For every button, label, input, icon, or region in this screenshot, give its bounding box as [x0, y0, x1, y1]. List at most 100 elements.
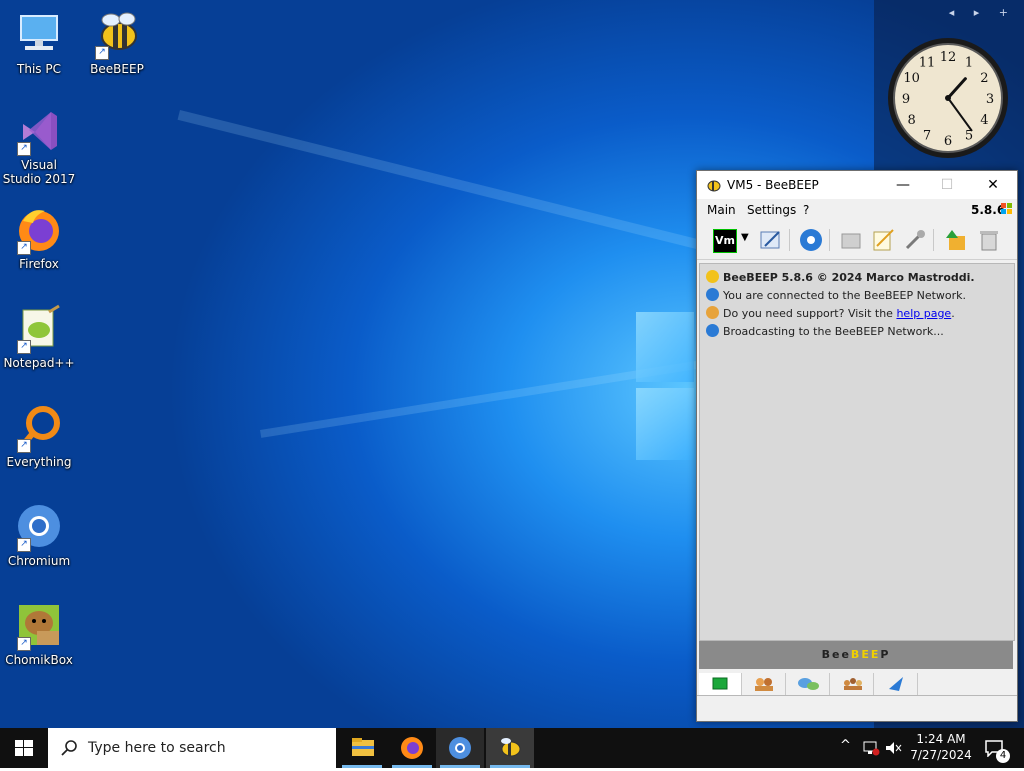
wallpaper-beam [177, 110, 724, 256]
groups-icon [844, 678, 862, 690]
minimize-button[interactable]: — [881, 171, 925, 199]
banner-letter: e [841, 648, 851, 661]
banner-letter: P [880, 648, 891, 661]
message-text: Do you need support? Visit the [723, 307, 897, 320]
shortcut-arrow-icon: ↗ [17, 142, 31, 156]
desktop-icon-notepadpp[interactable]: ↗ Notepad++ [1, 304, 77, 370]
tab-users[interactable] [743, 673, 786, 695]
desktop-icon-label: ChomikBox [5, 653, 73, 667]
taskbar-beebeep[interactable] [486, 728, 534, 768]
clock-number: 1 [965, 56, 973, 71]
desktop-icon-everything[interactable]: ↗ Everything [1, 403, 77, 469]
tray-clock[interactable]: 1:24 AM 7/27/2024 [906, 731, 976, 763]
window-titlebar[interactable]: VM5 - BeeBEEP — ☐ ✕ [697, 171, 1017, 199]
menu-main[interactable]: Main [707, 203, 736, 217]
computer-icon [20, 15, 58, 50]
tools-icon[interactable] [903, 228, 927, 252]
message-text: . [951, 307, 955, 320]
banner-letter: E [861, 648, 871, 661]
wallpaper-window-pane [636, 388, 694, 460]
inbox-icon[interactable] [839, 228, 863, 252]
taskbar-chromium[interactable] [436, 728, 484, 768]
search-placeholder: Type here to search [88, 740, 226, 756]
network-broadcast-icon[interactable] [799, 228, 823, 252]
clock-number: 9 [902, 92, 910, 107]
beebeep-banner: BeeBEEP [699, 641, 1013, 669]
chat-line-broadcasting: Broadcasting to the BeeBEEP Network... [706, 324, 944, 338]
close-button[interactable]: ✕ [971, 171, 1015, 199]
maximize-button[interactable]: ☐ [925, 171, 969, 199]
network-monitor-icon[interactable] [862, 740, 880, 756]
banner-letter: B [821, 648, 832, 661]
search-icon [61, 740, 77, 756]
taskbar-firefox[interactable] [388, 728, 436, 768]
beebeep-window[interactable]: VM5 - BeeBEEP — ☐ ✕ Main Settings ? 5.8.… [696, 170, 1018, 722]
banner-letter: B [850, 648, 862, 661]
desktop-icon-label: Everything [6, 455, 72, 469]
desktop-icon-firefox[interactable]: ↗ Firefox [1, 205, 77, 271]
shortcut-arrow-icon: ↗ [17, 538, 31, 552]
chat-bubbles-icon [798, 678, 819, 690]
user-status-badge[interactable]: Vm [713, 229, 737, 253]
file-transfer-icon[interactable] [943, 228, 967, 252]
bee-icon [706, 270, 719, 283]
broadcast-icon [706, 324, 719, 337]
tab-chat[interactable] [699, 673, 742, 695]
menu-settings[interactable]: Settings [747, 203, 796, 217]
network-icon [706, 288, 719, 301]
edit-profile-icon[interactable] [759, 228, 783, 252]
message-text: You are connected to the BeeBEEP Network… [723, 289, 967, 302]
wallpaper-window-pane [636, 312, 694, 382]
tray-time: 1:24 AM [916, 732, 966, 746]
analog-clock-gadget[interactable]: 12 1234567891011 [886, 36, 1010, 160]
gadget-controls[interactable]: ◂ ▸ + [949, 6, 1016, 19]
bottom-tab-bar [697, 671, 1017, 696]
windows-flag-icon [1001, 203, 1012, 214]
desktop-icon-this-pc[interactable]: This PC [1, 10, 77, 76]
trash-icon[interactable] [977, 228, 1001, 252]
clock-number: 6 [944, 134, 952, 149]
tab-shares[interactable] [875, 673, 918, 695]
desktop-icon-label: This PC [17, 62, 61, 76]
folder-icon [352, 738, 374, 756]
taskbar-file-explorer[interactable] [338, 728, 386, 768]
chat-line-support: Do you need support? Visit the help page… [706, 306, 955, 320]
clock-number: 10 [903, 71, 920, 86]
volume-muted-icon[interactable] [884, 740, 902, 756]
support-icon [706, 306, 719, 319]
status-dropdown-chevron-icon[interactable]: ▼ [741, 232, 749, 243]
notepad-icon[interactable] [871, 228, 895, 252]
message-text: BeeBEEP 5.8.6 © 2024 Marco Mastroddi. [723, 271, 975, 284]
start-windows-icon[interactable] [15, 740, 33, 756]
bee-app-icon [707, 180, 721, 192]
tab-chats[interactable] [787, 673, 830, 695]
desktop-icon-chromium[interactable]: ↗ Chromium [1, 502, 77, 568]
taskbar-search-box[interactable]: Type here to search [48, 728, 336, 768]
clock-number: 4 [980, 113, 988, 128]
clock-number: 7 [923, 128, 931, 143]
firefox-icon [401, 737, 423, 759]
desktop-icon-beebeep[interactable]: ↗ BeeBEEP [79, 10, 155, 76]
clock-number: 3 [986, 92, 994, 107]
chromium-icon [449, 737, 471, 759]
desktop-icon-label: Visual Studio 2017 [2, 158, 76, 186]
help-page-link[interactable]: help page [896, 307, 951, 320]
desktop-icon-chomikbox[interactable]: ↗ ChomikBox [1, 601, 77, 667]
menu-help[interactable]: ? [803, 203, 809, 217]
desktop-icon-label: BeeBEEP [90, 62, 144, 76]
chat-screen-icon [712, 677, 728, 690]
menu-bar: Main Settings ? 5.8.6 [697, 199, 1017, 221]
bee-icon [501, 738, 521, 757]
tray-date: 7/27/2024 [910, 748, 972, 762]
chat-log[interactable]: BeeBEEP 5.8.6 © 2024 Marco Mastroddi. Yo… [699, 263, 1015, 641]
shortcut-arrow-icon: ↗ [17, 439, 31, 453]
desktop-icon-visual-studio[interactable]: ↗ Visual Studio 2017 [1, 106, 77, 186]
toolbar-separator [789, 229, 790, 251]
message-text: Broadcasting to the BeeBEEP Network... [723, 325, 944, 338]
shortcut-arrow-icon: ↗ [95, 46, 109, 60]
clock-number: 2 [980, 71, 988, 86]
tab-groups[interactable] [831, 673, 874, 695]
tray-overflow-chevron-icon[interactable]: ^ [840, 738, 851, 753]
toolbar-separator [933, 229, 934, 251]
chat-line-welcome: BeeBEEP 5.8.6 © 2024 Marco Mastroddi. [706, 270, 975, 284]
